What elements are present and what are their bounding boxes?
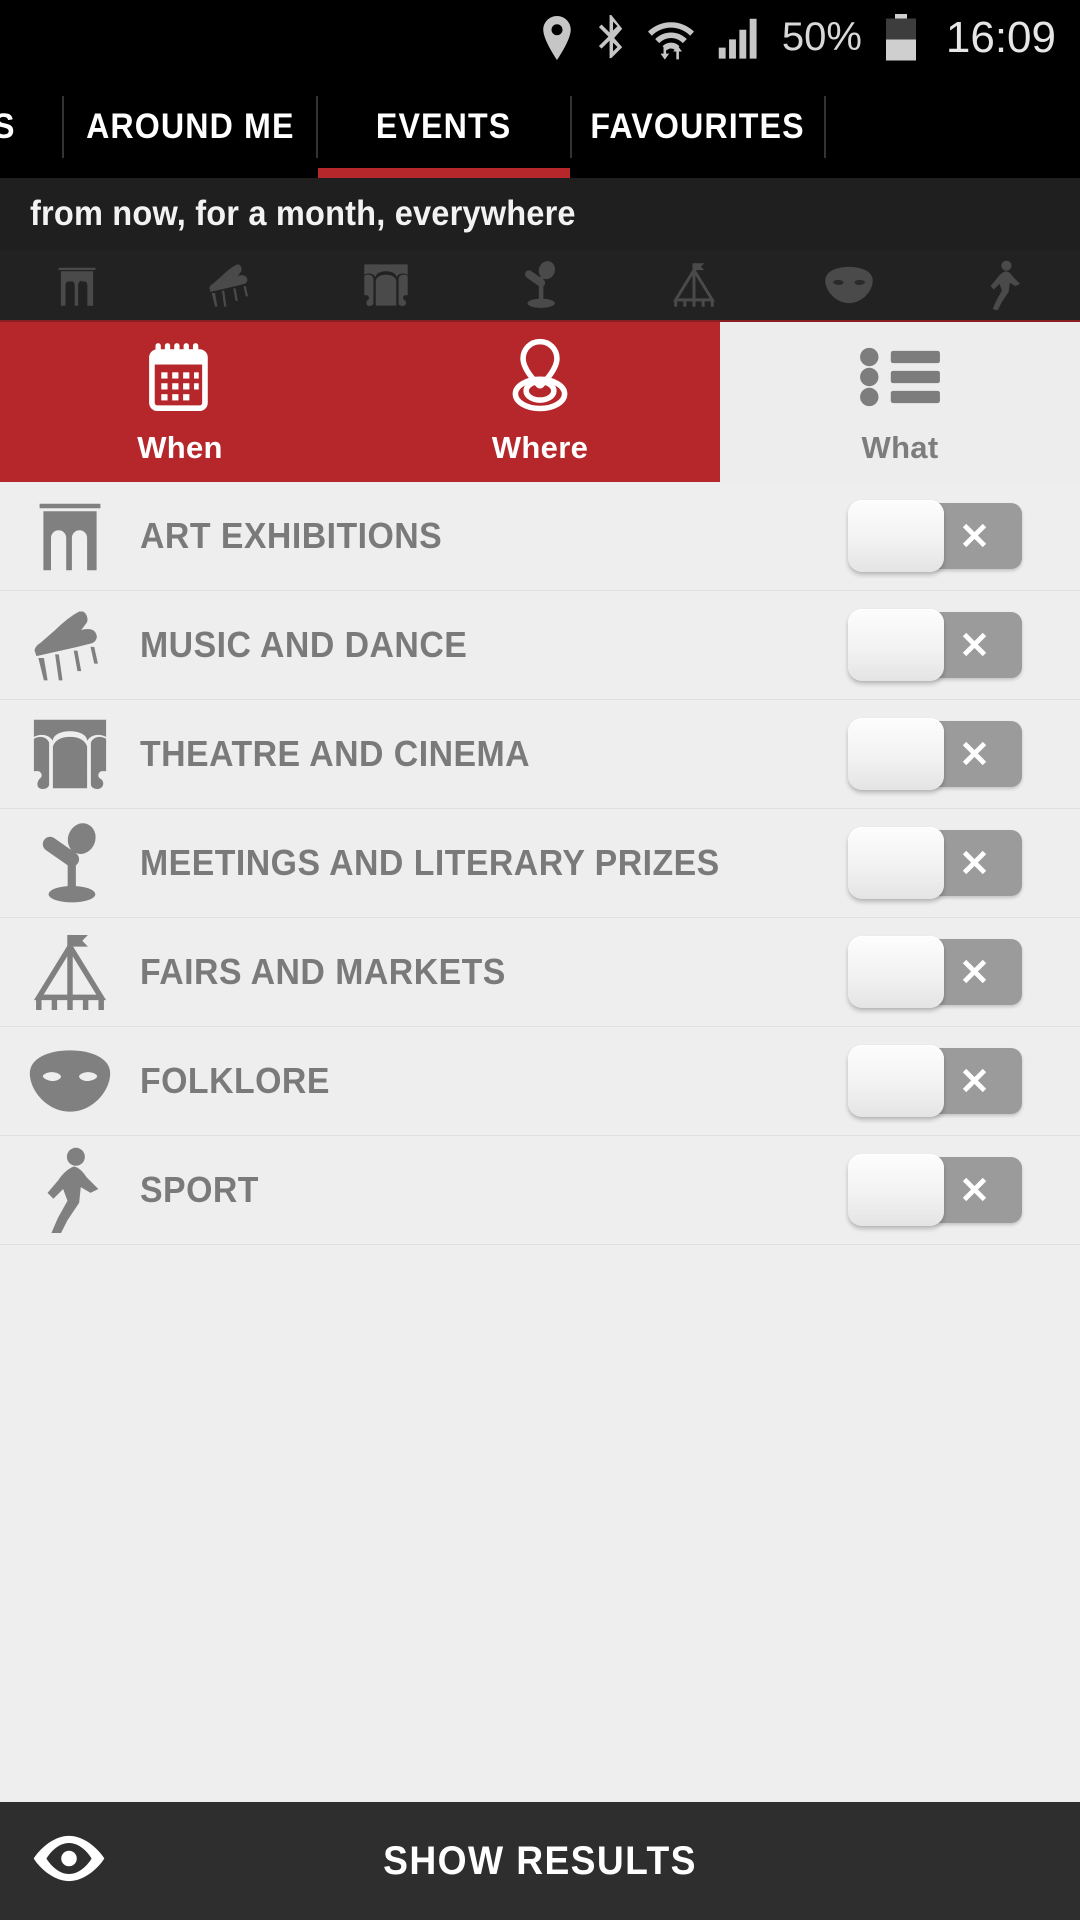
folklore-icon: [0, 1048, 140, 1114]
category-toggle[interactable]: ✕: [848, 609, 1022, 681]
fairs-and-markets-icon: [0, 931, 140, 1013]
table-row[interactable]: FAIRS AND MARKETS ✕: [0, 918, 1080, 1027]
filter-tab-what[interactable]: What: [720, 322, 1080, 482]
row-label: THEATRE AND CINEMA: [140, 733, 531, 774]
row-label: MEETINGS AND LITERARY PRIZES: [140, 842, 720, 883]
row-toggle-container: ✕: [848, 500, 1080, 572]
row-label: MUSIC AND DANCE: [140, 624, 468, 665]
strip-meetings-and-literary-prizes-icon[interactable]: [463, 261, 617, 309]
category-toggle[interactable]: ✕: [848, 1154, 1022, 1226]
strip-folklore-icon[interactable]: [771, 265, 925, 305]
toggle-knob[interactable]: [848, 827, 944, 899]
category-toggle[interactable]: ✕: [848, 936, 1022, 1008]
row-label: FOLKLORE: [140, 1060, 330, 1101]
art-exhibitions-icon: [0, 498, 140, 574]
wifi-icon: [647, 15, 694, 61]
signal-icon: [716, 17, 760, 59]
filter-tabs: When Where What: [0, 322, 1080, 482]
row-toggle-container: ✕: [848, 1045, 1080, 1117]
table-row[interactable]: MUSIC AND DANCE ✕: [0, 591, 1080, 700]
music-and-dance-icon: [0, 607, 140, 683]
tab-label: EVENTS: [376, 106, 512, 146]
filter-summary-label: from now, for a month, everywhere: [30, 194, 576, 233]
row-label: FAIRS AND MARKETS: [140, 951, 506, 992]
list-empty-area: [0, 1245, 1080, 1585]
strip-sport-icon[interactable]: [926, 260, 1080, 310]
status-bar: 50% 16:09: [0, 0, 1080, 75]
table-row[interactable]: MEETINGS AND LITERARY PRIZES ✕: [0, 809, 1080, 918]
active-tab-indicator: [318, 168, 570, 178]
bluetooth-icon: [596, 14, 626, 61]
row-toggle-container: ✕: [848, 936, 1080, 1008]
show-results-label: SHOW RESULTS: [383, 1838, 697, 1883]
category-toggle[interactable]: ✕: [848, 718, 1022, 790]
sport-icon: [0, 1147, 140, 1233]
row-toggle-container: ✕: [848, 1154, 1080, 1226]
strip-fairs-and-markets-icon[interactable]: [617, 261, 771, 309]
tab-around-me[interactable]: AROUND ME: [64, 75, 316, 178]
filter-tab-label: What: [861, 430, 939, 465]
filter-tab-label: Where: [491, 430, 589, 465]
show-results-bar[interactable]: SHOW RESULTS: [0, 1802, 1080, 1920]
row-toggle-container: ✕: [848, 827, 1080, 899]
filter-tab-where[interactable]: Where: [360, 322, 720, 482]
strip-music-and-dance-icon[interactable]: [154, 262, 308, 308]
toggle-knob[interactable]: [848, 1154, 944, 1226]
tab-events[interactable]: EVENTS: [318, 75, 570, 178]
tab-partial-left[interactable]: S: [0, 75, 62, 178]
app-screen: 50% 16:09 S AROUND ME EVENTS FAVOURITES: [0, 0, 1080, 1920]
row-toggle-container: ✕: [848, 609, 1080, 681]
toggle-knob[interactable]: [848, 936, 944, 1008]
category-toggle[interactable]: ✕: [848, 1045, 1022, 1117]
toggle-knob[interactable]: [848, 609, 944, 681]
location-pin-icon: [501, 338, 579, 416]
filter-tab-when[interactable]: When: [0, 322, 360, 482]
tab-favourites[interactable]: FAVOURITES: [572, 75, 824, 178]
table-row[interactable]: SPORT ✕: [0, 1136, 1080, 1245]
row-label: SPORT: [140, 1169, 259, 1210]
tab-label: AROUND ME: [85, 106, 295, 146]
meetings-and-literary-prizes-icon: [0, 822, 140, 904]
top-tab-bar: S AROUND ME EVENTS FAVOURITES: [0, 75, 1080, 178]
toggle-knob[interactable]: [848, 718, 944, 790]
filter-summary-bar[interactable]: from now, for a month, everywhere: [0, 178, 1080, 250]
toggle-knob[interactable]: [848, 500, 944, 572]
clock-label: 16:09: [945, 12, 1056, 62]
calendar-icon: [141, 338, 219, 416]
table-row[interactable]: FOLKLORE ✕: [0, 1027, 1080, 1136]
row-toggle-container: ✕: [848, 718, 1080, 790]
strip-theatre-and-cinema-icon[interactable]: [309, 262, 463, 308]
row-label: ART EXHIBITIONS: [140, 515, 443, 556]
tab-label: FAVOURITES: [590, 106, 806, 146]
table-row[interactable]: THEATRE AND CINEMA ✕: [0, 700, 1080, 809]
battery-icon: [884, 13, 918, 62]
filter-tab-label: When: [137, 430, 223, 465]
strip-art-exhibitions-icon[interactable]: [0, 262, 154, 308]
category-icon-strip: [0, 250, 1080, 322]
location-icon: [540, 15, 574, 60]
category-list: ART EXHIBITIONS ✕ MUSIC AND DANCE ✕ THEA…: [0, 482, 1080, 1802]
theatre-and-cinema-icon: [0, 716, 140, 792]
battery-percent-label: 50%: [781, 15, 862, 59]
tab-overflow[interactable]: [826, 75, 1080, 178]
category-toggle[interactable]: ✕: [848, 500, 1022, 572]
category-toggle[interactable]: ✕: [848, 827, 1022, 899]
tab-label: S: [0, 107, 16, 147]
list-icon: [857, 338, 943, 416]
toggle-knob[interactable]: [848, 1045, 944, 1117]
table-row[interactable]: ART EXHIBITIONS ✕: [0, 482, 1080, 591]
